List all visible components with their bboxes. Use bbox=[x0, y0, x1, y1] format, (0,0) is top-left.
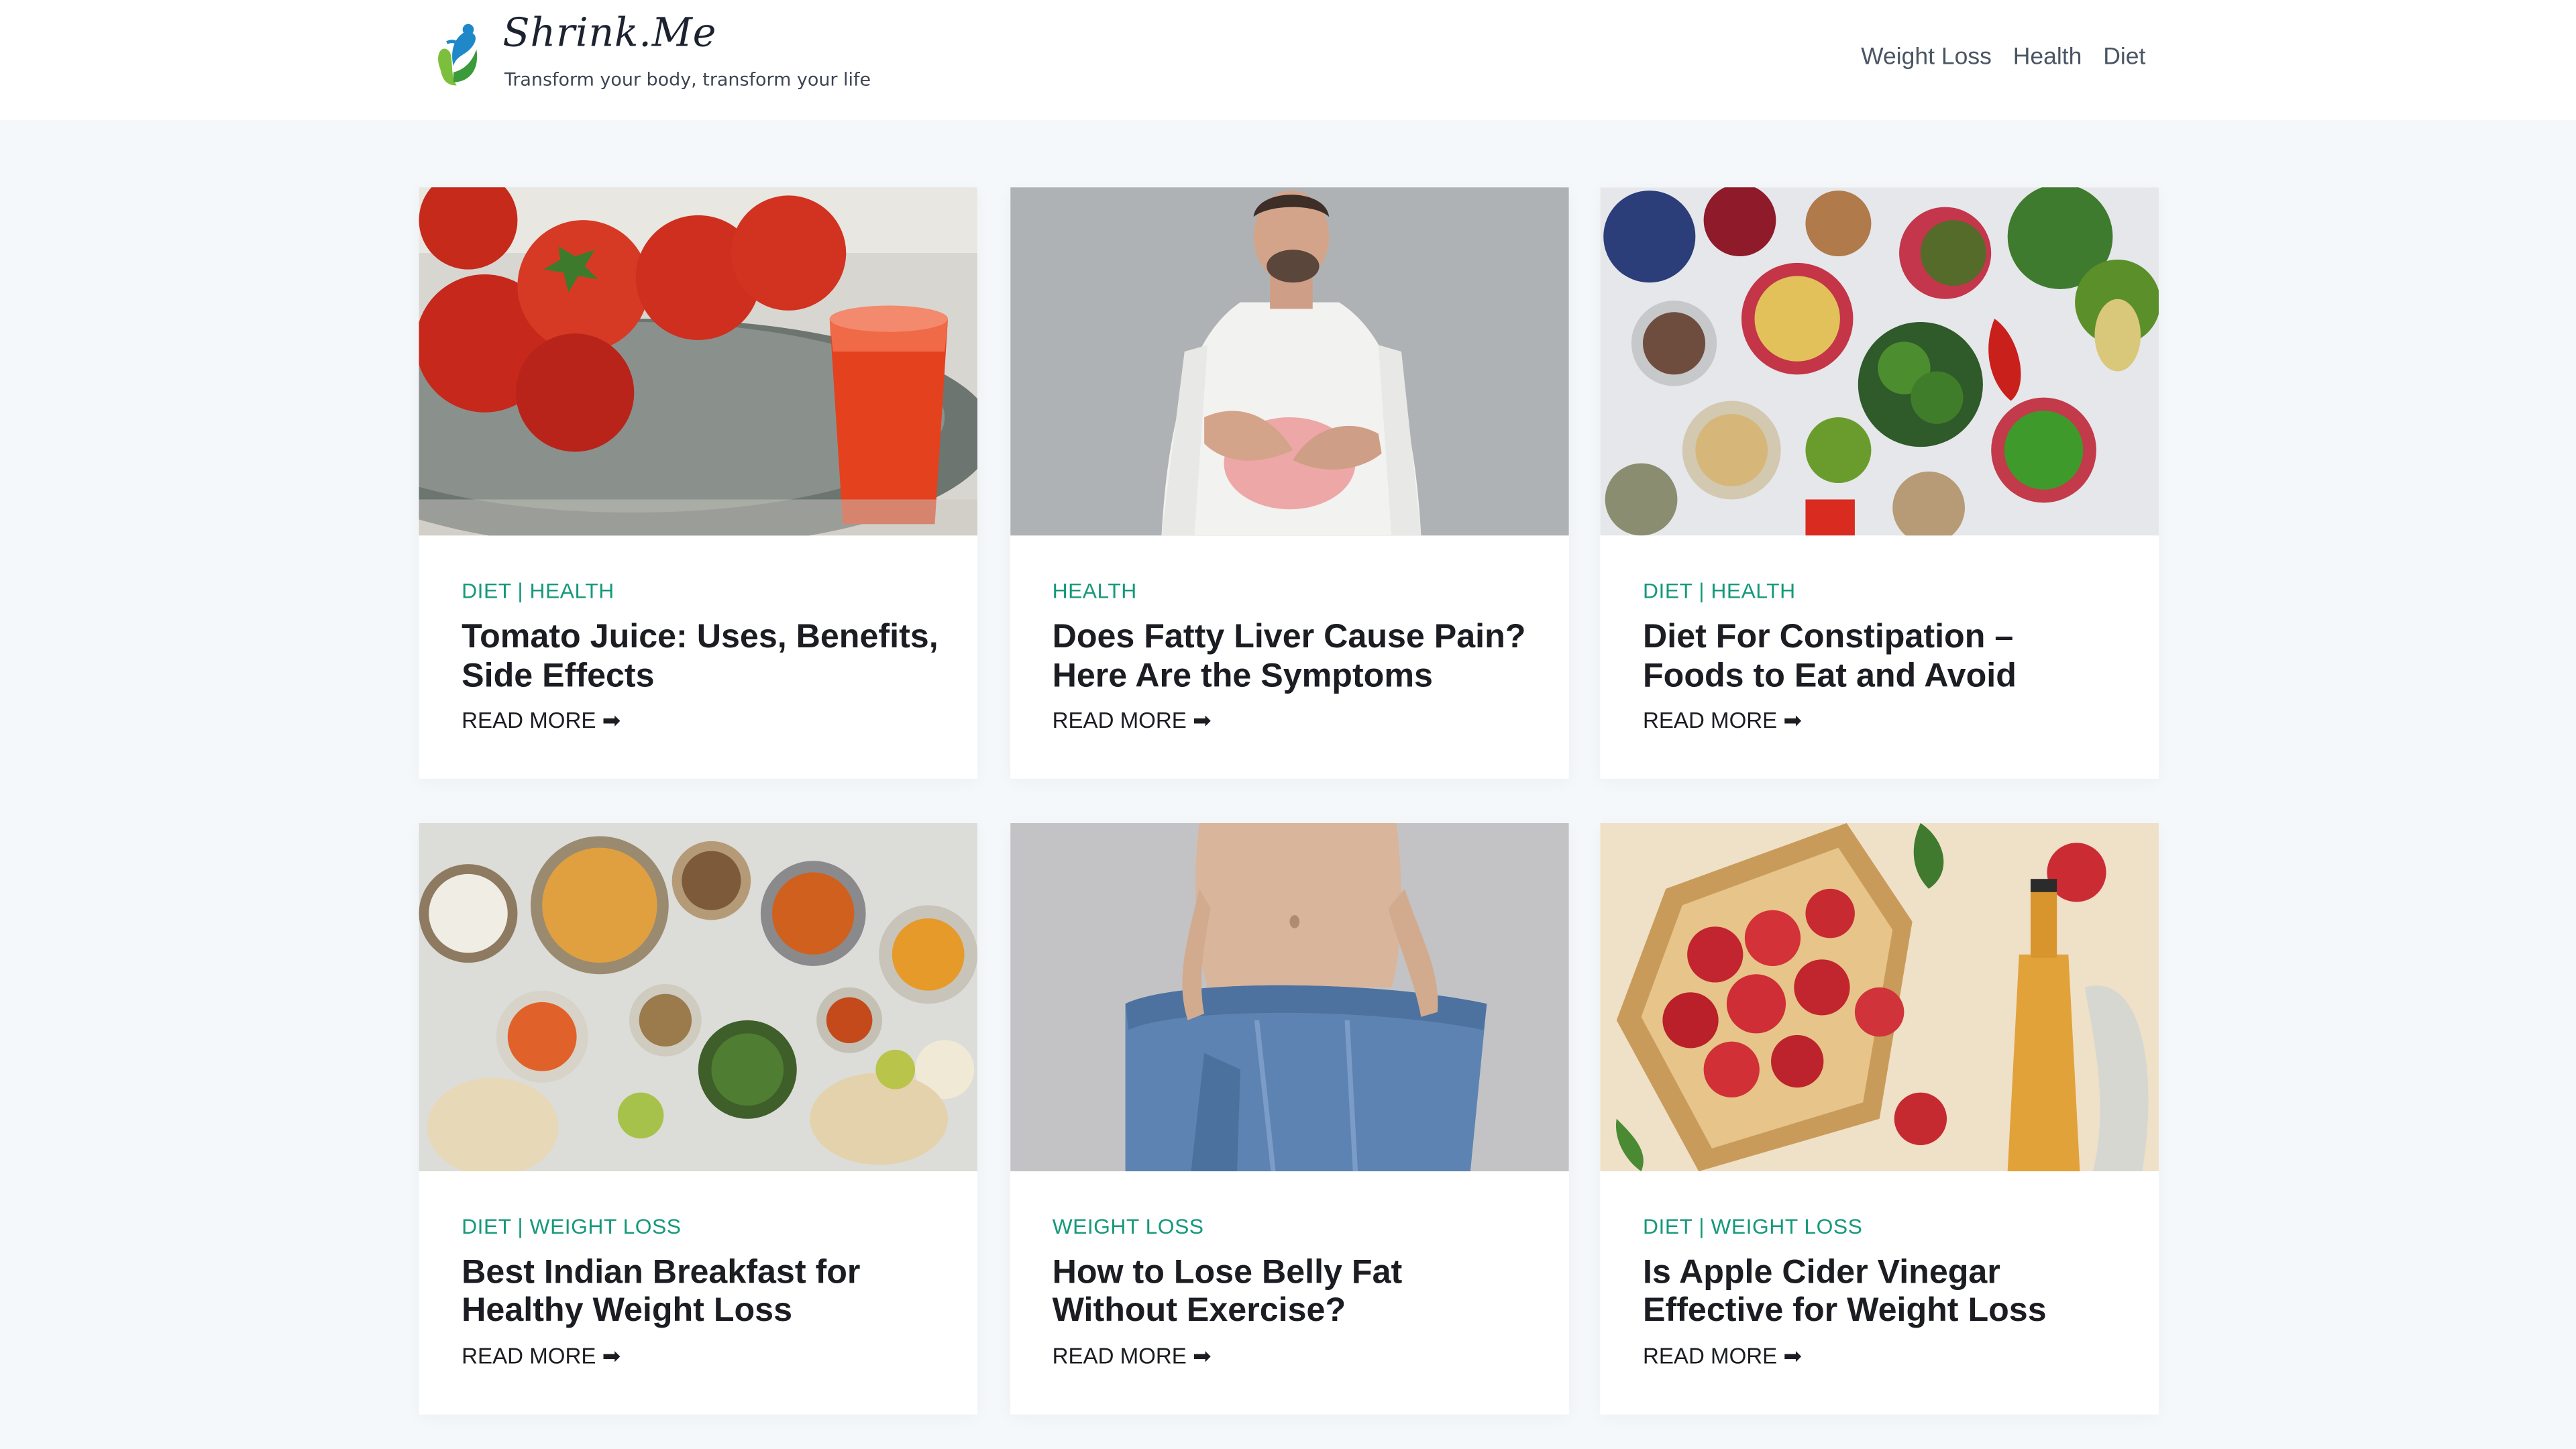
post-title[interactable]: Does Fatty Liver Cause Pain? Here Are th… bbox=[1053, 618, 1532, 695]
post-title[interactable]: Tomato Juice: Uses, Benefits, Side Effec… bbox=[462, 618, 941, 695]
post-card[interactable]: Diet | Weight Loss Is Apple Cider Vinega… bbox=[1600, 822, 2159, 1414]
post-card[interactable]: Health Does Fatty Liver Cause Pain? Here… bbox=[1009, 187, 1568, 779]
post-categories: Diet | Health bbox=[1643, 578, 2123, 603]
loose-jeans-photo bbox=[1009, 822, 1568, 1171]
read-more-link[interactable]: Read More ➡ bbox=[1053, 1343, 1212, 1369]
post-thumbnail[interactable] bbox=[1009, 822, 1568, 1171]
category-link[interactable]: Diet bbox=[462, 1214, 511, 1238]
nav-item-health[interactable]: Health bbox=[2013, 44, 2082, 70]
category-link[interactable]: Diet bbox=[1643, 578, 1693, 603]
post-card[interactable]: Diet | Health Diet For Constipation – Fo… bbox=[1600, 187, 2159, 779]
post-title[interactable]: Best Indian Breakfast for Healthy Weight… bbox=[462, 1252, 941, 1330]
site-header: Shrink.Me Transform your body, transform… bbox=[0, 0, 2576, 120]
post-thumbnail[interactable] bbox=[419, 187, 978, 536]
post-grid: Diet | Health Tomato Juice: Uses, Benefi… bbox=[419, 187, 2159, 1414]
man-stomach-pain-photo bbox=[1009, 187, 1568, 536]
main-nav: Weight Loss Health Diet bbox=[1861, 44, 2145, 70]
post-categories: Weight Loss bbox=[1053, 1214, 1532, 1238]
category-link[interactable]: Weight Loss bbox=[1711, 1214, 1862, 1238]
category-separator: | bbox=[1699, 1213, 1705, 1238]
post-categories: Diet | Health bbox=[462, 578, 941, 603]
site-tagline: Transform your body, transform your life bbox=[504, 68, 871, 91]
post-thumbnail[interactable] bbox=[419, 822, 978, 1171]
indian-food-photo bbox=[419, 822, 978, 1171]
leaf-figure-icon[interactable] bbox=[431, 19, 483, 92]
apples-vinegar-photo bbox=[1600, 822, 2159, 1171]
post-thumbnail[interactable] bbox=[1600, 187, 2159, 536]
category-link[interactable]: Diet bbox=[462, 578, 511, 603]
post-title[interactable]: Is Apple Cider Vinegar Effective for Wei… bbox=[1643, 1252, 2123, 1330]
post-title[interactable]: Diet For Constipation – Foods to Eat and… bbox=[1643, 618, 2123, 695]
post-thumbnail[interactable] bbox=[1600, 822, 2159, 1171]
read-more-link[interactable]: Read More ➡ bbox=[1053, 708, 1212, 735]
post-card[interactable]: Diet | Weight Loss Best Indian Breakfast… bbox=[419, 822, 978, 1414]
read-more-link[interactable]: Read More ➡ bbox=[462, 708, 621, 735]
healthy-foods-photo bbox=[1600, 187, 2159, 536]
category-separator: | bbox=[517, 578, 524, 603]
post-categories: Health bbox=[1053, 578, 1532, 603]
category-link[interactable]: Health bbox=[1053, 578, 1137, 603]
post-card[interactable]: Diet | Health Tomato Juice: Uses, Benefi… bbox=[419, 187, 978, 779]
post-card[interactable]: Weight Loss How to Lose Belly Fat Withou… bbox=[1009, 822, 1568, 1414]
category-link[interactable]: Health bbox=[530, 578, 614, 603]
post-title[interactable]: How to Lose Belly Fat Without Exercise? bbox=[1053, 1252, 1532, 1330]
read-more-link[interactable]: Read More ➡ bbox=[1643, 708, 1802, 735]
nav-item-diet[interactable]: Diet bbox=[2103, 44, 2145, 70]
nav-item-weight-loss[interactable]: Weight Loss bbox=[1861, 44, 1992, 70]
post-categories: Diet | Weight Loss bbox=[462, 1214, 941, 1238]
tomato-juice-photo bbox=[419, 187, 978, 536]
read-more-link[interactable]: Read More ➡ bbox=[1643, 1343, 1802, 1369]
category-separator: | bbox=[517, 1213, 524, 1238]
post-categories: Diet | Weight Loss bbox=[1643, 1214, 2123, 1238]
category-link[interactable]: Diet bbox=[1643, 1214, 1693, 1238]
site-title[interactable]: Shrink.Me bbox=[502, 10, 716, 56]
category-separator: | bbox=[1699, 578, 1705, 603]
category-link[interactable]: Weight Loss bbox=[530, 1214, 682, 1238]
category-link[interactable]: Weight Loss bbox=[1053, 1214, 1204, 1238]
post-thumbnail[interactable] bbox=[1009, 187, 1568, 536]
read-more-link[interactable]: Read More ➡ bbox=[462, 1343, 621, 1369]
category-link[interactable]: Health bbox=[1711, 578, 1795, 603]
